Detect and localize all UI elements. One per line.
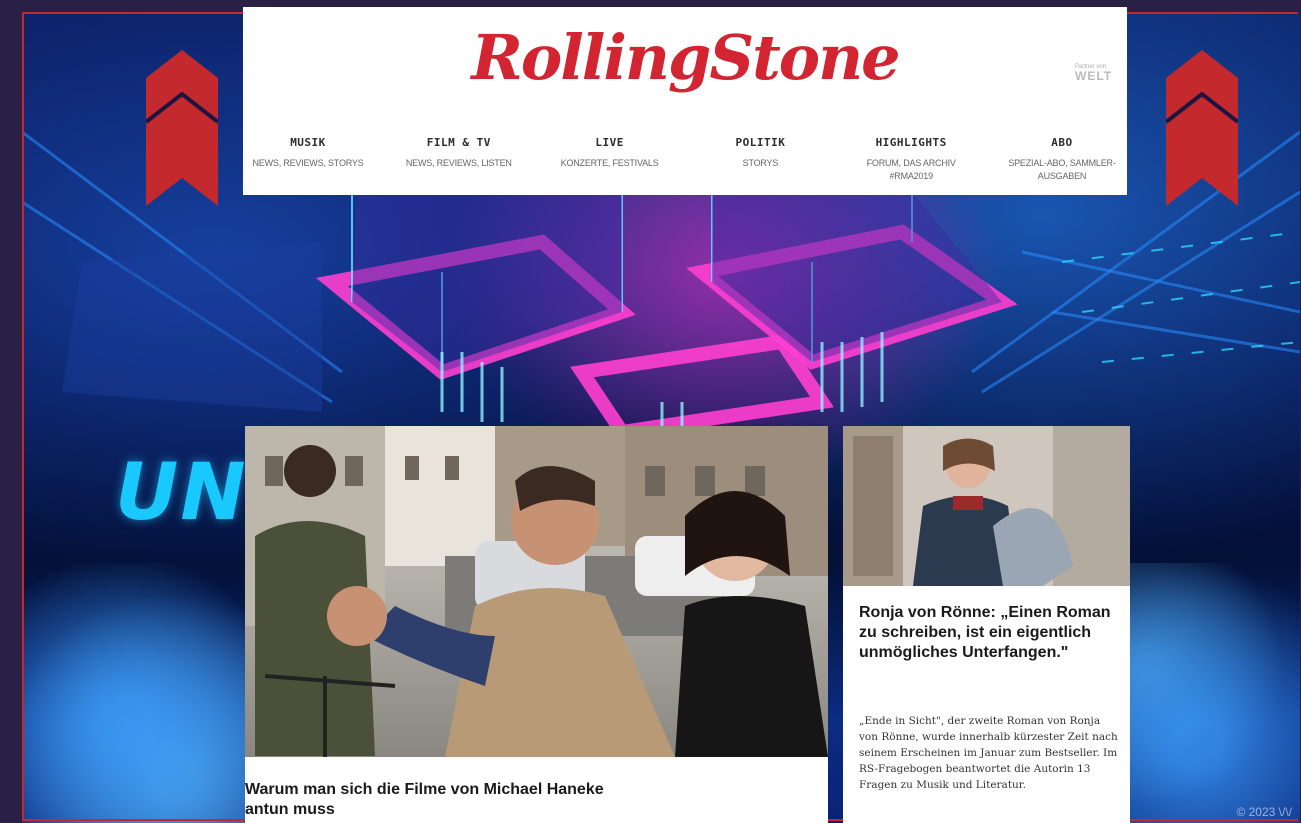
partner-badge[interactable]: Partner von WELT (1075, 63, 1125, 83)
article-photo-side[interactable] (843, 426, 1130, 586)
nav-title: POLITIK (735, 136, 786, 149)
chevron-marker-right-icon (1166, 50, 1238, 206)
nav-subtitle: FORUM, DAS ARCHIV #RMA2019 (866, 158, 956, 181)
nav-subtitle: KONZERTE, FESTIVALS (560, 158, 659, 168)
article-card-side[interactable]: Ronja von Rönne: „Einen Roman zu schreib… (843, 426, 1130, 823)
nav-item-film-tv[interactable]: FILM & TV NEWS, REVIEWS, LISTEN (394, 136, 524, 192)
nav-item-live[interactable]: LIVE KONZERTE, FESTIVALS (545, 136, 675, 192)
nav-title: FILM & TV (426, 136, 491, 149)
nav-title: ABO (1051, 136, 1073, 149)
nav-item-highlights[interactable]: HIGHLIGHTS FORUM, DAS ARCHIV #RMA2019 (846, 136, 976, 192)
nav-item-abo[interactable]: ABO SPEZIAL-ABO, SAMMLER-AUSGABEN (997, 136, 1127, 192)
nav-title: MUSIK (290, 136, 326, 149)
chevron-marker-left-icon (146, 50, 218, 206)
partner-brand: WELT (1075, 69, 1113, 83)
main-nav: MUSIK NEWS, REVIEWS, STORYS FILM & TV NE… (243, 136, 1127, 192)
article-photo-main[interactable] (245, 426, 828, 757)
article-teaser-side: „Ende in Sicht", der zweite Roman von Ro… (859, 715, 1118, 791)
article-headline-main[interactable]: Warum man sich die Filme von Michael Han… (245, 780, 645, 820)
rolling-stone-header: RollingStone Partner von WELT MUSIK NEWS… (243, 7, 1127, 195)
nav-title: LIVE (595, 136, 624, 149)
nav-subtitle: SPEZIAL-ABO, SAMMLER-AUSGABEN (1008, 158, 1116, 181)
nav-title: HIGHLIGHTS (875, 136, 947, 149)
nav-subtitle: NEWS, REVIEWS, STORYS (252, 158, 364, 168)
rolling-stone-logo[interactable]: RollingStone (243, 21, 1127, 94)
nav-subtitle: NEWS, REVIEWS, LISTEN (405, 158, 512, 168)
nav-item-musik[interactable]: MUSIK NEWS, REVIEWS, STORYS (243, 136, 373, 192)
nav-item-politik[interactable]: POLITIK STORYS (695, 136, 825, 192)
nav-subtitle: STORYS (742, 158, 779, 168)
article-headline-side[interactable]: Ronja von Rönne: „Einen Roman zu schreib… (859, 603, 1121, 663)
article-card-main[interactable]: Warum man sich die Filme von Michael Han… (245, 426, 828, 823)
